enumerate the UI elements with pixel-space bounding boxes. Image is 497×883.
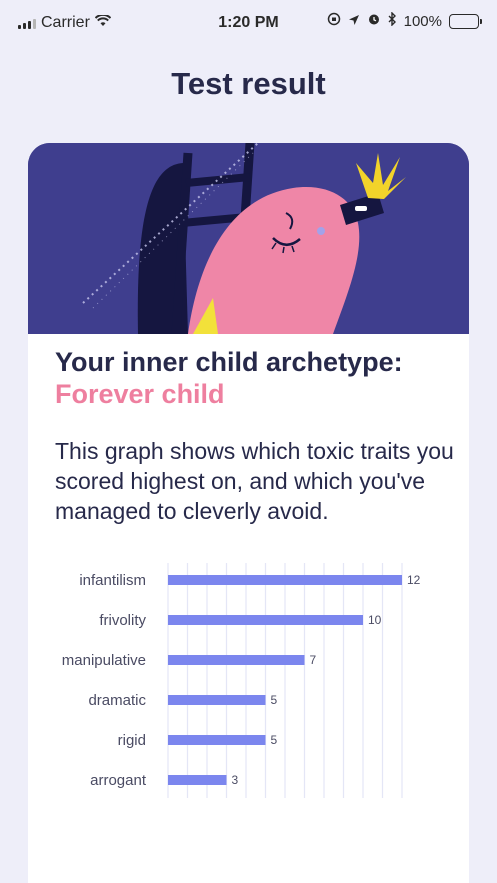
value-label: 3 [232,773,239,787]
rotation-lock-icon [327,12,341,30]
value-label: 5 [271,733,278,747]
value-label: 5 [271,693,278,707]
category-label: frivolity [99,612,146,629]
result-card: Your inner child archetype: Forever chil… [28,143,469,883]
bar [168,615,363,625]
category-label: manipulative [62,652,146,669]
bar [168,575,402,585]
traits-chart: infantilism 12 frivolity 10 manipulative 7 dra… [28,563,469,803]
value-label: 12 [407,573,421,587]
result-description: This graph shows which toxic traits you … [55,438,454,524]
archetype-heading: Your inner child archetype: [55,347,403,377]
battery-icon [449,13,482,29]
location-icon [348,13,360,30]
bar [168,775,227,785]
value-label: 10 [368,613,382,627]
alarm-icon [367,12,381,30]
traits-chart-svg: infantilism 12 frivolity 10 manipulative 7 dra… [62,563,421,798]
bar [168,735,266,745]
bar [168,695,266,705]
category-label: infantilism [79,572,146,589]
category-label: arrogant [90,772,147,789]
hero-illustration [28,143,469,334]
status-bar: Carrier 1:20 PM 100% [0,0,497,48]
category-label: dramatic [88,692,146,709]
battery-percent: 100% [403,12,442,30]
archetype-name: Forever child [55,379,225,409]
value-label: 7 [310,653,317,667]
bar [168,655,305,665]
bluetooth-icon [388,11,397,30]
category-label: rigid [118,732,146,749]
page-title: Test result [171,66,326,101]
status-right: 100% [327,11,482,30]
